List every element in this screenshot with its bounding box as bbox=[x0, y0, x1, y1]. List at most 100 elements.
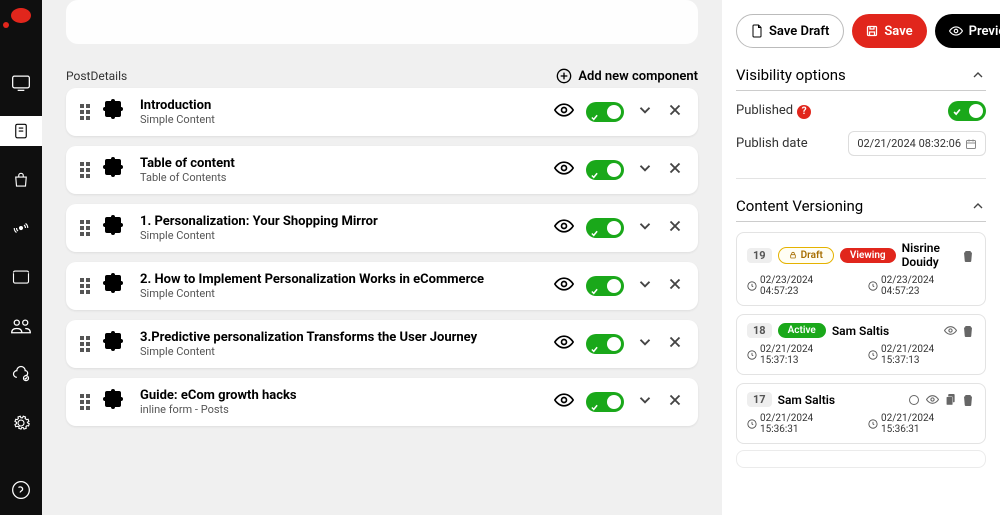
drag-handle-icon[interactable] bbox=[80, 336, 94, 352]
component-row: 2. How to Implement Personalization Work… bbox=[66, 262, 698, 310]
active-badge: Active bbox=[778, 323, 826, 338]
expand-button[interactable] bbox=[636, 391, 654, 413]
visibility-icon[interactable] bbox=[554, 218, 574, 238]
eye-icon[interactable] bbox=[925, 393, 939, 407]
row-toggle[interactable] bbox=[586, 160, 624, 180]
row-subtitle: Simple Content bbox=[140, 113, 554, 126]
right-panel: Save Draft Save Preview Visibility optio… bbox=[722, 0, 1000, 515]
version-number: 17 bbox=[747, 392, 772, 407]
remove-button[interactable] bbox=[666, 275, 684, 297]
component-row: Table of content Table of Contents bbox=[66, 146, 698, 194]
row-title: Table of content bbox=[140, 156, 554, 171]
expand-button[interactable] bbox=[636, 217, 654, 239]
action-buttons: Save Draft Save Preview bbox=[736, 14, 986, 48]
version-actions bbox=[907, 393, 975, 407]
drag-handle-icon[interactable] bbox=[80, 278, 94, 294]
versioning-heading: Content Versioning bbox=[736, 197, 863, 215]
trash-icon[interactable] bbox=[961, 324, 975, 338]
viewing-badge: Viewing bbox=[840, 248, 896, 263]
component-row: Introduction Simple Content bbox=[66, 88, 698, 136]
version-author: Sam Saltis bbox=[778, 393, 835, 407]
nav-broadcast-icon[interactable] bbox=[0, 213, 42, 244]
visibility-header[interactable]: Visibility options bbox=[736, 66, 986, 91]
calendar-icon bbox=[965, 138, 977, 150]
visibility-icon[interactable] bbox=[554, 160, 574, 180]
puzzle-icon bbox=[102, 156, 130, 184]
row-toggle[interactable] bbox=[586, 276, 624, 296]
visibility-icon[interactable] bbox=[554, 276, 574, 296]
component-row: 1. Personalization: Your Shopping Mirror… bbox=[66, 204, 698, 252]
version-card[interactable]: 18 Active Sam Saltis 02/21/2024 15:37:13… bbox=[736, 314, 986, 375]
versioning-header[interactable]: Content Versioning bbox=[736, 197, 986, 222]
trash-icon[interactable] bbox=[961, 393, 975, 407]
visibility-section: Visibility options Published? Publish da… bbox=[736, 66, 986, 179]
nav-dashboard-icon[interactable] bbox=[0, 67, 42, 98]
nav-settings-icon[interactable] bbox=[0, 408, 42, 439]
file-icon bbox=[751, 24, 763, 38]
main-content: PostDetails Add new component Introducti… bbox=[42, 0, 722, 515]
nav-cloud-icon[interactable] bbox=[0, 359, 42, 390]
expand-button[interactable] bbox=[636, 159, 654, 181]
version-time-1: 02/23/2024 04:57:23 bbox=[747, 275, 854, 297]
expand-button[interactable] bbox=[636, 275, 654, 297]
help-icon[interactable]: ? bbox=[797, 105, 811, 119]
row-toggle[interactable] bbox=[586, 102, 624, 122]
save-icon bbox=[866, 25, 878, 37]
visibility-icon[interactable] bbox=[554, 392, 574, 412]
drag-handle-icon[interactable] bbox=[80, 220, 94, 236]
save-draft-button[interactable]: Save Draft bbox=[736, 14, 844, 48]
published-toggle[interactable] bbox=[948, 101, 986, 121]
nav-users-icon[interactable] bbox=[0, 310, 42, 341]
save-button[interactable]: Save bbox=[852, 14, 926, 48]
copy-icon[interactable] bbox=[943, 393, 957, 407]
drag-handle-icon[interactable] bbox=[80, 162, 94, 178]
add-component-button[interactable]: Add new component bbox=[556, 68, 698, 84]
row-title: 3.Predictive personalization Transforms … bbox=[140, 330, 554, 345]
version-card[interactable]: 19 DraftViewing Nisrine Douidy 02/23/202… bbox=[736, 232, 986, 306]
expand-button[interactable] bbox=[636, 101, 654, 123]
row-title: Guide: eCom growth hacks bbox=[140, 388, 554, 403]
preview-button[interactable]: Preview bbox=[935, 14, 1000, 48]
version-time-2: 02/21/2024 15:37:13 bbox=[868, 344, 975, 366]
remove-button[interactable] bbox=[666, 217, 684, 239]
publish-date-input[interactable]: 02/21/2024 08:32:06 bbox=[848, 131, 986, 156]
eye-icon[interactable] bbox=[943, 324, 957, 338]
version-number: 18 bbox=[747, 323, 772, 338]
nav-mail-icon[interactable] bbox=[0, 262, 42, 293]
expand-button[interactable] bbox=[636, 333, 654, 355]
remove-button[interactable] bbox=[666, 101, 684, 123]
version-card[interactable]: 17 Sam Saltis 02/21/2024 15:36:31 02/21/… bbox=[736, 383, 986, 444]
circle-icon[interactable] bbox=[907, 393, 921, 407]
puzzle-icon bbox=[102, 330, 130, 358]
remove-button[interactable] bbox=[666, 159, 684, 181]
nav-help-icon[interactable] bbox=[0, 474, 42, 505]
row-subtitle: Table of Contents bbox=[140, 171, 554, 184]
nav-shop-icon[interactable] bbox=[0, 164, 42, 195]
nav-content-icon[interactable] bbox=[0, 116, 42, 147]
version-author: Nisrine Douidy bbox=[902, 241, 955, 269]
eye-icon bbox=[949, 25, 963, 37]
visibility-icon[interactable] bbox=[554, 334, 574, 354]
preceding-card bbox=[66, 0, 698, 44]
publish-date-value: 02/21/2024 08:32:06 bbox=[857, 137, 961, 150]
drag-handle-icon[interactable] bbox=[80, 104, 94, 120]
row-toggle[interactable] bbox=[586, 218, 624, 238]
drag-handle-icon[interactable] bbox=[80, 394, 94, 410]
remove-button[interactable] bbox=[666, 333, 684, 355]
remove-button[interactable] bbox=[666, 391, 684, 413]
row-toggle[interactable] bbox=[586, 334, 624, 354]
plus-circle-icon bbox=[556, 68, 572, 84]
version-time-1: 02/21/2024 15:37:13 bbox=[747, 344, 854, 366]
trash-icon[interactable] bbox=[961, 248, 975, 262]
row-title: 2. How to Implement Personalization Work… bbox=[140, 272, 554, 287]
component-row: 3.Predictive personalization Transforms … bbox=[66, 320, 698, 368]
draft-badge: Draft bbox=[778, 247, 834, 264]
row-subtitle: Simple Content bbox=[140, 345, 554, 358]
visibility-icon[interactable] bbox=[554, 102, 574, 122]
version-author: Sam Saltis bbox=[832, 324, 889, 338]
puzzle-icon bbox=[102, 214, 130, 242]
row-title: Introduction bbox=[140, 98, 554, 113]
add-component-label: Add new component bbox=[578, 69, 698, 84]
row-toggle[interactable] bbox=[586, 392, 624, 412]
publish-date-label: Publish date bbox=[736, 136, 808, 151]
